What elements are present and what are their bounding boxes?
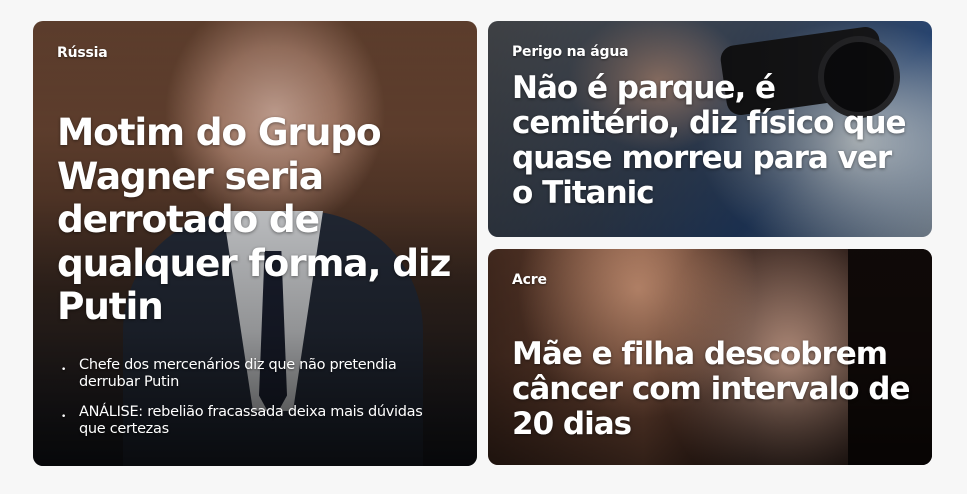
- news-card-wagner-putin[interactable]: Rússia Motim do Grupo Wagner seria derro…: [33, 21, 477, 466]
- related-link-text[interactable]: ANÁLISE: rebelião fracassada deixa mais …: [79, 404, 423, 437]
- card-content: Perigo na água Não é parque, é cemitério…: [488, 21, 932, 237]
- card-headline[interactable]: Motim do Grupo Wagner seria derrotado de…: [57, 110, 457, 329]
- bullet-icon: •: [61, 412, 67, 422]
- card-kicker[interactable]: Acre: [512, 272, 547, 288]
- card-kicker[interactable]: Perigo na água: [512, 44, 629, 60]
- related-link-text[interactable]: Chefe dos mercenários diz que não preten…: [79, 357, 397, 390]
- bullet-icon: •: [61, 365, 67, 375]
- card-headline[interactable]: Não é parque, é cemitério, diz físico qu…: [512, 71, 912, 211]
- card-kicker[interactable]: Rússia: [57, 45, 108, 61]
- news-card-acre-cancer[interactable]: Acre Mãe e filha descobrem câncer com in…: [488, 249, 932, 465]
- news-card-titanic[interactable]: Perigo na água Não é parque, é cemitério…: [488, 21, 932, 237]
- related-link-item[interactable]: • Chefe dos mercenários diz que não pret…: [59, 357, 439, 391]
- card-content: Acre Mãe e filha descobrem câncer com in…: [488, 249, 932, 465]
- related-links-list: • Chefe dos mercenários diz que não pret…: [59, 357, 439, 451]
- card-content: Rússia Motim do Grupo Wagner seria derro…: [33, 21, 477, 466]
- card-headline[interactable]: Mãe e filha descobrem câncer com interva…: [512, 337, 912, 442]
- related-link-item[interactable]: • ANÁLISE: rebelião fracassada deixa mai…: [59, 404, 439, 438]
